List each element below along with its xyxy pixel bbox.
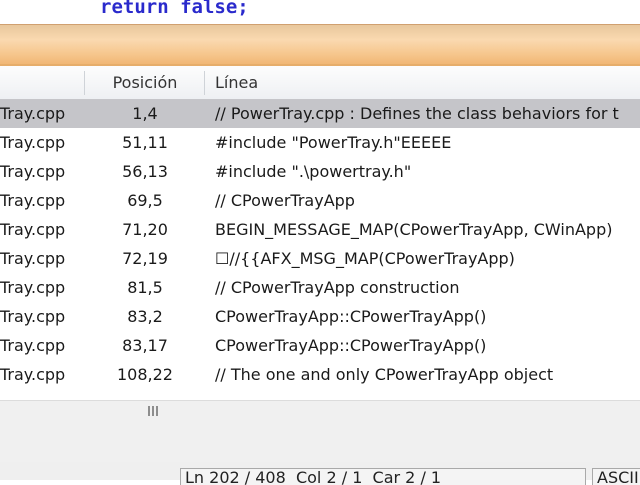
- cell-file: Tray.cpp: [0, 365, 66, 384]
- cell-file: Tray.cpp: [0, 278, 66, 297]
- cell-line: // The one and only CPowerTrayApp object: [215, 365, 554, 384]
- table-row[interactable]: Tray.cpp 1,4 // PowerTray.cpp : Defines …: [0, 99, 640, 128]
- cell-file: Tray.cpp: [0, 220, 66, 239]
- panel-title-bar: [0, 24, 640, 67]
- cell-line: BEGIN_MESSAGE_MAP(CPowerTrayApp, CWinApp…: [215, 220, 613, 239]
- cell-file: Tray.cpp: [0, 133, 66, 152]
- status-encoding: ASCII: [592, 468, 640, 485]
- code-line: return false;: [100, 0, 249, 18]
- status-cursor-position: Ln 202 / 408 Col 2 / 1 Car 2 / 1: [180, 468, 586, 485]
- table-row[interactable]: Tray.cpp 71,20 BEGIN_MESSAGE_MAP(CPowerT…: [0, 215, 640, 244]
- column-header-position[interactable]: Posición: [84, 66, 206, 99]
- table-row[interactable]: Tray.cpp 108,22 // The one and only CPow…: [0, 360, 640, 389]
- cell-position: 83,17: [122, 336, 168, 355]
- cell-line: #include "PowerTray.h"EEEEE: [215, 133, 452, 152]
- cell-line: #include ".\powertray.h": [215, 162, 412, 181]
- cell-position: 81,5: [127, 278, 163, 297]
- cell-position: 71,20: [122, 220, 168, 239]
- table-row[interactable]: Tray.cpp 83,17 CPowerTrayApp::CPowerTray…: [0, 331, 640, 360]
- status-bar: Ln 202 / 408 Col 2 / 1 Car 2 / 1 ASCII: [0, 462, 640, 485]
- cell-position: 108,22: [117, 365, 173, 384]
- column-header-file[interactable]: [0, 66, 84, 99]
- scrollbar-grip-icon[interactable]: [148, 406, 160, 418]
- cell-position: 72,19: [122, 249, 168, 268]
- cell-position: 51,11: [122, 133, 168, 152]
- cell-position: 69,5: [127, 191, 163, 210]
- cell-line: CPowerTrayApp::CPowerTrayApp(): [215, 336, 487, 355]
- table-row[interactable]: Tray.cpp 83,2 CPowerTrayApp::CPowerTrayA…: [0, 302, 640, 331]
- search-results-grid: Posición Línea Tray.cpp 1,4 // PowerTray…: [0, 66, 640, 402]
- cell-file: Tray.cpp: [0, 104, 66, 123]
- cell-position: 1,4: [132, 104, 158, 123]
- cell-line: // CPowerTrayApp: [215, 191, 355, 210]
- column-separator[interactable]: [204, 71, 205, 95]
- cell-file: Tray.cpp: [0, 191, 66, 210]
- cell-line: ☐//{{AFX_MSG_MAP(CPowerTrayApp): [215, 249, 515, 268]
- cell-file: Tray.cpp: [0, 336, 66, 355]
- cell-file: Tray.cpp: [0, 162, 66, 181]
- table-row[interactable]: Tray.cpp 56,13 #include ".\powertray.h": [0, 157, 640, 186]
- table-row[interactable]: Tray.cpp 51,11 #include "PowerTray.h"EEE…: [0, 128, 640, 157]
- horizontal-scrollbar[interactable]: [0, 400, 640, 423]
- code-editor-strip[interactable]: return false;: [0, 0, 640, 24]
- table-row[interactable]: Tray.cpp 72,19 ☐//{{AFX_MSG_MAP(CPowerTr…: [0, 244, 640, 273]
- cell-line: // PowerTray.cpp : Defines the class beh…: [215, 104, 619, 123]
- cell-file: Tray.cpp: [0, 249, 66, 268]
- cell-line: // CPowerTrayApp construction: [215, 278, 460, 297]
- cell-line: CPowerTrayApp::CPowerTrayApp(): [215, 307, 487, 326]
- cell-position: 83,2: [127, 307, 163, 326]
- grid-header: Posición Línea: [0, 66, 640, 100]
- table-row[interactable]: Tray.cpp 81,5 // CPowerTrayApp construct…: [0, 273, 640, 302]
- column-header-line[interactable]: Línea: [215, 66, 258, 99]
- cell-file: Tray.cpp: [0, 307, 66, 326]
- cell-position: 56,13: [122, 162, 168, 181]
- table-row[interactable]: Tray.cpp 69,5 // CPowerTrayApp: [0, 186, 640, 215]
